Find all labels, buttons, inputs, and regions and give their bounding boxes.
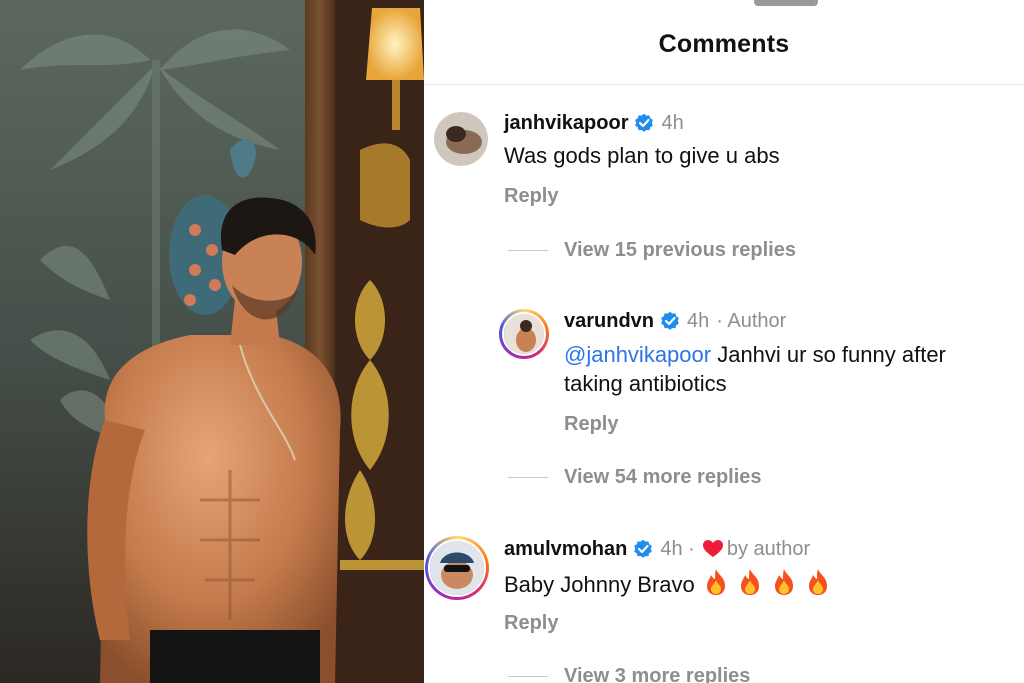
fire-emoji-group	[695, 569, 831, 597]
view-replies-button[interactable]: View 15 previous replies	[508, 237, 796, 263]
comments-panel: Comments janhvikapoor 4h Was gods plan t…	[424, 0, 1024, 683]
thread-line	[508, 249, 548, 251]
fire-icon	[706, 569, 725, 595]
comment-text: Was gods plan to give u abs	[504, 143, 780, 168]
avatar[interactable]	[499, 309, 549, 359]
reply-button[interactable]: Reply	[504, 185, 558, 208]
reply-button[interactable]: Reply	[504, 612, 558, 635]
view-replies-button[interactable]: View 54 more replies	[508, 464, 762, 490]
comment-timestamp: 4h	[687, 309, 710, 332]
view-replies-label: View 3 more replies	[564, 664, 751, 683]
comment-header: varundvn 4h · Author	[564, 308, 786, 334]
fire-icon	[774, 569, 793, 595]
page-title: Comments	[658, 30, 790, 58]
view-replies-label: View 54 more replies	[564, 465, 762, 488]
comment-text-line1: Janhvi ur so funny after	[711, 342, 946, 367]
comment-text-line2: taking antibiotics	[564, 371, 727, 396]
avatar-photo-icon	[434, 112, 488, 166]
post-photo-image	[0, 0, 424, 683]
fire-icon	[740, 569, 759, 595]
post-photo[interactable]	[0, 0, 424, 683]
author-badge: · Author	[716, 309, 787, 332]
comment-username[interactable]: amulvmohan	[504, 538, 627, 561]
verified-badge-icon	[661, 311, 679, 330]
reply-button[interactable]: Reply	[564, 413, 618, 436]
comment-timestamp: 4h ·	[660, 537, 695, 560]
comment-timestamp: 4h	[661, 111, 684, 134]
avatar-photo-icon	[430, 541, 484, 595]
comment-header: janhvikapoor 4h	[504, 110, 684, 136]
view-replies-label: View 15 previous replies	[564, 238, 796, 261]
sheet-grab-handle[interactable]	[754, 0, 818, 6]
comment-text-body: Baby Johnny Bravo	[504, 572, 695, 597]
header-divider	[424, 84, 1024, 85]
fire-icon	[808, 569, 827, 595]
heart-icon	[702, 540, 723, 557]
mention-link[interactable]: @janhvikapoor	[564, 342, 711, 367]
comment-text: @janhvikapoor Janhvi ur so funny after	[564, 340, 946, 369]
verified-badge-icon	[635, 113, 654, 132]
avatar[interactable]	[434, 112, 488, 166]
comment-username[interactable]: varundvn	[564, 310, 654, 333]
verified-badge-icon	[634, 539, 653, 558]
comment-header: amulvmohan 4h · by author	[504, 536, 810, 562]
thread-line	[508, 476, 548, 478]
avatar[interactable]	[425, 536, 489, 600]
thread-line	[508, 675, 548, 677]
comment-username[interactable]: janhvikapoor	[504, 112, 628, 135]
avatar-inner	[428, 539, 486, 597]
avatar-inner	[502, 312, 546, 356]
view-replies-button[interactable]: View 3 more replies	[508, 663, 750, 683]
avatar-photo-icon	[504, 314, 544, 354]
comment-text: Baby Johnny Bravo	[504, 568, 831, 599]
liked-by-author-label: by author	[726, 537, 811, 560]
